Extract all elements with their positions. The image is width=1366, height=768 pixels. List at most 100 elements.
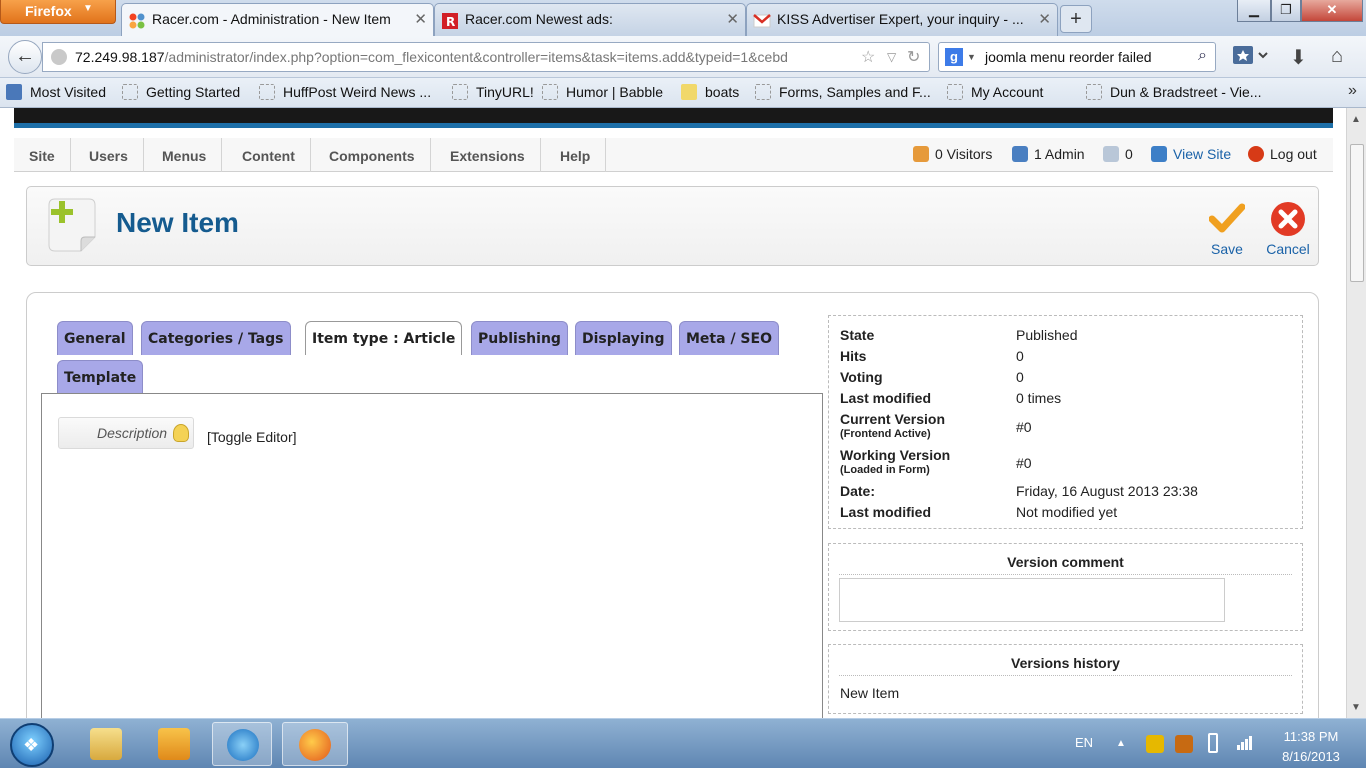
- bookmark-most-visited[interactable]: Most Visited: [6, 84, 106, 100]
- tab-general[interactable]: General: [57, 321, 133, 355]
- logout-link[interactable]: Log out: [1248, 146, 1317, 162]
- cancel-button[interactable]: Cancel: [1263, 201, 1313, 257]
- tab-racer-admin[interactable]: Racer.com - Administration - New Item ✕: [121, 3, 434, 36]
- tab-racer-newest-ads[interactable]: R Racer.com Newest ads: ✕: [434, 3, 746, 36]
- info-key: Voting: [840, 369, 883, 385]
- page-header: New Item Save Cancel: [26, 186, 1319, 266]
- menu-users[interactable]: Users: [74, 138, 144, 172]
- tray-app-icon[interactable]: [1146, 735, 1164, 753]
- chevron-down-icon[interactable]: ▼: [967, 52, 976, 62]
- version-comment-input[interactable]: [839, 578, 1225, 622]
- info-value: #0: [1016, 455, 1032, 471]
- bookmark-label: Most Visited: [30, 84, 106, 100]
- downloads-icon[interactable]: ⬇: [1290, 45, 1307, 70]
- google-search-engine-icon[interactable]: g: [945, 48, 963, 66]
- messages-status[interactable]: 0: [1103, 146, 1133, 162]
- network-signal-icon[interactable]: [1236, 733, 1254, 754]
- lightbulb-icon[interactable]: [173, 424, 189, 442]
- bookmark-tinyurl[interactable]: TinyURL!: [452, 84, 534, 100]
- minimize-button[interactable]: ▁: [1237, 0, 1271, 22]
- tab-publishing[interactable]: Publishing: [471, 321, 568, 355]
- page-icon: [542, 84, 558, 100]
- tab-gmail-kiss[interactable]: KISS Advertiser Expert, your inquiry - .…: [746, 3, 1058, 36]
- tab-item-type-article[interactable]: Item type : Article: [305, 321, 463, 355]
- close-window-button[interactable]: ✕: [1301, 0, 1363, 22]
- info-key: Last modified: [840, 504, 932, 520]
- info-value: #0: [1016, 419, 1032, 435]
- scroll-down-icon[interactable]: ▼: [1351, 702, 1361, 713]
- bookmark-label: Dun & Bradstreet - Vie...: [1110, 84, 1262, 100]
- address-bar[interactable]: 72.249.98.187/administrator/index.php?op…: [42, 42, 930, 72]
- system-clock[interactable]: 11:38 PM 8/16/2013: [1266, 727, 1356, 767]
- reload-icon[interactable]: ↻: [907, 47, 920, 67]
- visitors-count: 0 Visitors: [935, 146, 993, 162]
- outlook-icon: [158, 728, 190, 760]
- back-button[interactable]: ←: [8, 40, 42, 74]
- bookmark-huffpost[interactable]: HuffPost Weird News ...: [259, 84, 431, 100]
- close-tab-icon[interactable]: ✕: [726, 10, 739, 28]
- bookmark-forms-samples[interactable]: Forms, Samples and F...: [755, 84, 931, 100]
- svg-text:R: R: [446, 15, 455, 29]
- tab-displaying[interactable]: Displaying: [575, 321, 672, 355]
- gmail-favicon-icon: [753, 14, 771, 28]
- menu-help[interactable]: Help: [545, 138, 607, 172]
- tab-categories-tags[interactable]: Categories / Tags: [141, 321, 291, 355]
- firefox-icon: [299, 729, 331, 761]
- monitor-icon: [1151, 146, 1167, 162]
- view-site-label[interactable]: View Site: [1173, 146, 1231, 162]
- versions-history-title: Versions history: [1011, 655, 1120, 671]
- start-button[interactable]: ❖: [10, 723, 54, 767]
- menu-site[interactable]: Site: [14, 138, 71, 172]
- bookmark-label: Humor | Babble: [566, 84, 664, 100]
- page-scrollbar[interactable]: ▲ ▼: [1346, 108, 1366, 718]
- maximize-button[interactable]: ❐: [1271, 0, 1301, 22]
- logout-label[interactable]: Log out: [1270, 146, 1317, 162]
- close-tab-icon[interactable]: ✕: [414, 10, 427, 28]
- close-tab-icon[interactable]: ✕: [1038, 10, 1051, 28]
- info-key: Last modified: [840, 390, 932, 406]
- language-indicator[interactable]: EN: [1075, 735, 1093, 750]
- view-site-link[interactable]: View Site: [1151, 146, 1231, 162]
- taskbar-outlook[interactable]: [144, 722, 204, 766]
- racer-favicon-icon: R: [442, 13, 458, 29]
- tab-template[interactable]: Template: [57, 360, 144, 394]
- page-icon: [947, 84, 963, 100]
- scrollbar-thumb[interactable]: [1350, 144, 1364, 282]
- search-bar[interactable]: g ▼ joomla menu reorder failed ⌕: [938, 42, 1216, 72]
- taskbar-firefox[interactable]: [282, 722, 348, 766]
- bookmark-star-icon[interactable]: ☆: [861, 47, 875, 67]
- taskbar-explorer[interactable]: [76, 722, 136, 766]
- show-hidden-icons-icon[interactable]: ▲: [1116, 738, 1126, 749]
- bookmark-humor-babble[interactable]: Humor | Babble: [542, 84, 663, 100]
- new-tab-button[interactable]: +: [1060, 5, 1092, 33]
- tray-app-icon[interactable]: [1175, 735, 1193, 753]
- toggle-editor-link[interactable]: [Toggle Editor]: [207, 429, 297, 445]
- search-icon[interactable]: ⌕: [1198, 47, 1207, 65]
- bookmark-dun-bradstreet[interactable]: Dun & Bradstreet - Vie...: [1086, 84, 1261, 100]
- search-input[interactable]: joomla menu reorder failed: [985, 49, 1152, 65]
- menu-components[interactable]: Components: [314, 138, 431, 172]
- menu-menus[interactable]: Menus: [147, 138, 223, 172]
- save-button[interactable]: Save: [1207, 201, 1247, 257]
- cancel-label: Cancel: [1266, 241, 1310, 257]
- info-value: Not modified yet: [1016, 504, 1118, 520]
- menu-extensions[interactable]: Extensions: [435, 138, 541, 172]
- taskbar-internet-explorer[interactable]: [212, 722, 272, 766]
- bookmark-label: My Account: [971, 84, 1044, 100]
- chevron-right-double-icon[interactable]: »: [1348, 82, 1357, 100]
- bookmark-getting-started[interactable]: Getting Started: [122, 84, 240, 100]
- battery-icon[interactable]: [1208, 733, 1218, 753]
- history-dropdown-icon[interactable]: ▽: [887, 50, 896, 64]
- bookmark-label: Forms, Samples and F...: [779, 84, 931, 100]
- scroll-up-icon[interactable]: ▲: [1351, 114, 1361, 125]
- home-icon[interactable]: ⌂: [1331, 45, 1343, 68]
- info-key-main: Working Version: [840, 447, 951, 463]
- tab-meta-seo[interactable]: Meta / SEO: [679, 321, 779, 355]
- firefox-menu-button[interactable]: Firefox ▼: [0, 0, 116, 24]
- menu-content[interactable]: Content: [227, 138, 311, 172]
- bookmark-boats[interactable]: boats: [681, 84, 739, 100]
- admins-count: 1 Admin: [1034, 146, 1085, 162]
- bookmarks-menu-icon[interactable]: [1232, 44, 1272, 72]
- versions-history-item: New Item: [840, 685, 900, 701]
- bookmark-my-account[interactable]: My Account: [947, 84, 1043, 100]
